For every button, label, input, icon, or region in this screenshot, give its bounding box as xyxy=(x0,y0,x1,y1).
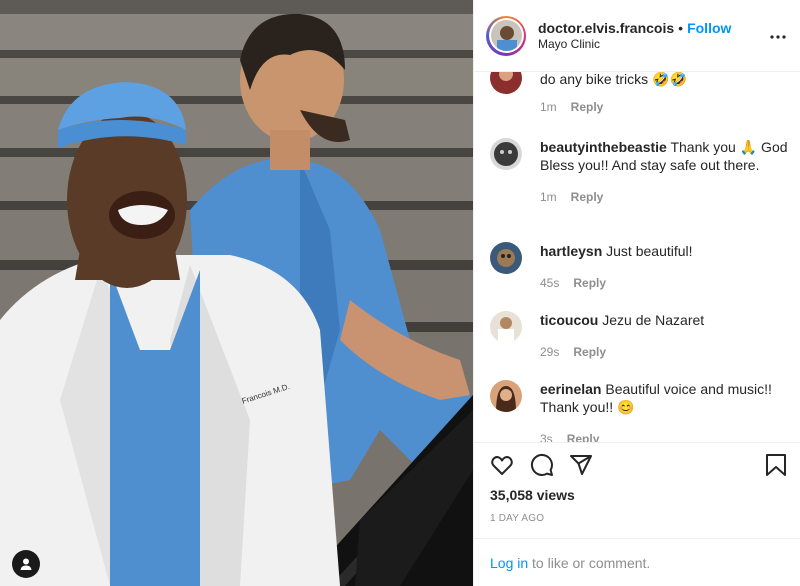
reply-button[interactable]: Reply xyxy=(571,100,604,114)
comment-time[interactable]: 29s xyxy=(540,345,559,359)
like-icon[interactable] xyxy=(490,453,514,482)
comment-time[interactable]: 45s xyxy=(540,276,559,290)
comment-text: do any bike tricks 🤣🤣 xyxy=(540,72,687,87)
profile-avatar[interactable] xyxy=(486,15,526,56)
share-icon[interactable] xyxy=(569,453,593,482)
post-location[interactable]: Mayo Clinic xyxy=(538,36,731,52)
commenter-avatar[interactable] xyxy=(490,72,522,94)
comment-username[interactable]: eerinelan xyxy=(540,381,601,397)
comment-item: ticoucou Jezu de Nazaret 29s Reply xyxy=(490,311,790,361)
post-username[interactable]: doctor.elvis.francois xyxy=(538,20,674,36)
post-header: doctor.elvis.francois • Follow Mayo Clinic xyxy=(474,0,800,72)
login-prompt: Log in to like or comment. xyxy=(474,538,800,586)
post-side-panel: doctor.elvis.francois • Follow Mayo Clinic… xyxy=(473,0,800,586)
login-prompt-text: to like or comment. xyxy=(528,555,651,571)
commenter-avatar[interactable] xyxy=(490,380,522,412)
comment-item: do any bike tricks 🤣🤣 1m Reply xyxy=(490,72,790,116)
login-link[interactable]: Log in xyxy=(490,555,528,571)
comment-time[interactable]: 1m xyxy=(540,100,557,114)
separator-dot: • xyxy=(678,19,684,36)
reply-button[interactable]: Reply xyxy=(573,345,606,359)
post-video[interactable]: Francois M.D. xyxy=(0,0,473,586)
profile-avatar-image xyxy=(490,20,522,51)
comment-time[interactable]: 3s xyxy=(540,432,553,442)
save-icon[interactable] xyxy=(764,453,788,482)
reply-button[interactable]: Reply xyxy=(573,276,606,290)
comment-item: eerinelan Beautiful voice and music!! Th… xyxy=(490,380,790,442)
reply-button[interactable]: Reply xyxy=(567,432,600,442)
comment-username[interactable]: hartleysn xyxy=(540,243,602,259)
comments-list[interactable]: do any bike tricks 🤣🤣 1m Reply beautyinth… xyxy=(474,72,800,443)
comment-text: Jezu de Nazaret xyxy=(602,312,705,328)
commenter-avatar[interactable] xyxy=(490,311,522,343)
follow-button[interactable]: Follow xyxy=(687,20,731,36)
comment-username[interactable]: ticoucou xyxy=(540,312,598,328)
more-options-icon[interactable] xyxy=(770,28,786,39)
comment-item: hartleysn Just beautiful! 45s Reply xyxy=(490,242,790,292)
post-actions xyxy=(474,443,800,487)
video-frame: Francois M.D. xyxy=(0,0,473,586)
tagged-users-button[interactable] xyxy=(12,550,40,578)
comment-time[interactable]: 1m xyxy=(540,190,557,204)
commenter-avatar[interactable] xyxy=(490,138,522,170)
comment-username[interactable]: beautyinthebeastie xyxy=(540,139,667,155)
commenter-avatar[interactable] xyxy=(490,242,522,274)
person-icon xyxy=(20,558,32,570)
view-count[interactable]: 35,058 views xyxy=(490,487,575,503)
comment-item: beautyinthebeastie Thank you 🙏 God Bless… xyxy=(490,138,790,206)
comment-text: Just beautiful! xyxy=(606,243,693,259)
post-date[interactable]: 1 DAY AGO xyxy=(490,513,544,524)
comment-icon[interactable] xyxy=(530,453,554,482)
reply-button[interactable]: Reply xyxy=(571,190,604,204)
